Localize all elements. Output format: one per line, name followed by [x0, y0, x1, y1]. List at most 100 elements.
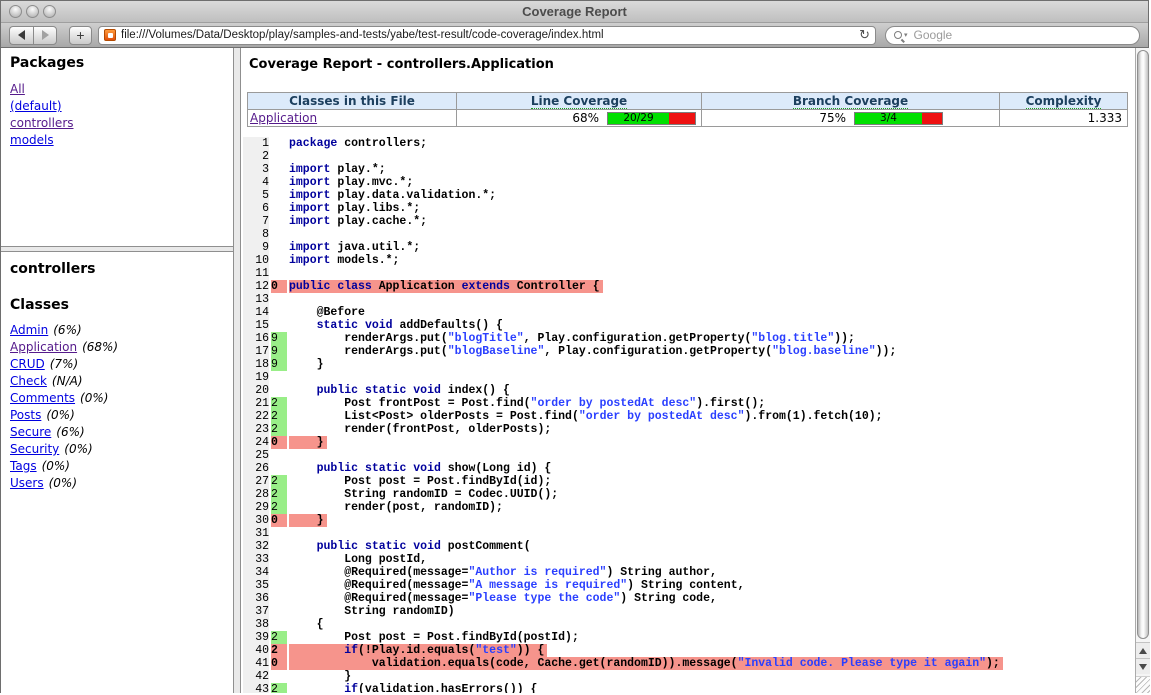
hit-count [271, 163, 287, 176]
search-dropdown-caret-icon[interactable]: ▾ [904, 31, 908, 39]
line-number: 27 [243, 475, 269, 488]
hit-count [271, 306, 287, 319]
class-coverage-percent: (0%) [64, 442, 92, 456]
source-line: import models.*; [289, 254, 1003, 267]
hit-count [271, 241, 287, 254]
source-line: public static void show(Long id) { [289, 462, 1003, 475]
hit-count: 2 [271, 631, 287, 644]
code-line: 222 List<Post> olderPosts = Post.find("o… [243, 410, 1003, 423]
line-number: 21 [243, 397, 269, 410]
address-bar[interactable]: file:///Volumes/Data/Desktop/play/sample… [98, 26, 876, 45]
scrollbar-thumb[interactable] [1137, 50, 1149, 639]
class-coverage-percent: (0%) [80, 391, 108, 405]
class-coverage-percent: (68%) [82, 340, 118, 354]
package-row: models [10, 132, 224, 149]
class-link[interactable]: Secure [10, 425, 51, 439]
class-link[interactable]: Application [10, 340, 77, 354]
class-coverage-percent: (6%) [53, 323, 81, 337]
class-coverage-percent: (0%) [42, 459, 70, 473]
hit-count: 0 [271, 280, 287, 293]
source-line: @Required(message="A message is required… [289, 579, 1003, 592]
class-link[interactable]: Tags [10, 459, 37, 473]
line-number: 29 [243, 501, 269, 514]
line-number: 25 [243, 449, 269, 462]
class-link[interactable]: Check [10, 374, 47, 388]
source-line: @Required(message="Author is required") … [289, 566, 1003, 579]
minimize-button[interactable] [26, 5, 39, 18]
line-number: 8 [243, 228, 269, 241]
zoom-button[interactable] [43, 5, 56, 18]
source-line [289, 371, 1003, 384]
line-coverage-bar: 20/29 [607, 112, 696, 125]
line-number: 37 [243, 605, 269, 618]
resize-grip[interactable] [1136, 676, 1150, 693]
code-line: 26 public static void show(Long id) { [243, 462, 1003, 475]
class-link[interactable]: Admin [10, 323, 48, 337]
package-link[interactable]: controllers [10, 116, 74, 130]
package-link[interactable]: All [10, 82, 25, 96]
code-line: 410 validation.equals(code, Cache.get(ra… [243, 657, 1003, 670]
frame-divider-vertical[interactable] [233, 48, 241, 693]
code-line: 33 Long postId, [243, 553, 1003, 566]
source-line [289, 150, 1003, 163]
scroll-up-button[interactable] [1136, 642, 1150, 658]
page-title: Coverage Report - controllers.Applicatio… [249, 57, 1135, 72]
source-line: if(!Play.id.equals("test")) { [289, 644, 1003, 657]
code-line: 19 [243, 371, 1003, 384]
class-link[interactable]: Security [10, 442, 59, 456]
hit-count: 2 [271, 683, 287, 693]
source-line: } [289, 436, 1003, 449]
hit-count: 2 [271, 488, 287, 501]
code-line: 402 if(!Play.id.equals("test")) { [243, 644, 1003, 657]
code-line: 25 [243, 449, 1003, 462]
back-button[interactable] [9, 26, 33, 45]
class-coverage-percent: (7%) [50, 357, 78, 371]
hit-count: 0 [271, 436, 287, 449]
reload-button[interactable]: ↻ [859, 28, 870, 43]
add-bookmark-button[interactable]: + [69, 26, 92, 45]
class-link[interactable]: CRUD [10, 357, 45, 371]
code-line: 34 @Required(message="Author is required… [243, 566, 1003, 579]
class-link[interactable]: Posts [10, 408, 41, 422]
source-line: Post post = Post.findById(id); [289, 475, 1003, 488]
code-line: 7import play.cache.*; [243, 215, 1003, 228]
hit-count: 9 [271, 332, 287, 345]
code-line: 392 Post post = Post.findById(postId); [243, 631, 1003, 644]
title-bar: Coverage Report [1, 1, 1148, 23]
code-line: 169 renderArgs.put("blogTitle", Play.con… [243, 332, 1003, 345]
code-line: 11 [243, 267, 1003, 280]
code-line: 10import models.*; [243, 254, 1003, 267]
search-input[interactable]: ▾ Google [885, 26, 1140, 45]
package-link[interactable]: models [10, 133, 54, 147]
code-line: 5import play.data.validation.*; [243, 189, 1003, 202]
hit-count: 2 [271, 397, 287, 410]
line-number: 23 [243, 423, 269, 436]
close-button[interactable] [9, 5, 22, 18]
line-number: 6 [243, 202, 269, 215]
class-link[interactable]: Comments [10, 391, 75, 405]
package-link[interactable]: (default) [10, 99, 62, 113]
hit-count [271, 566, 287, 579]
line-number: 17 [243, 345, 269, 358]
source-line: package controllers; [289, 137, 1003, 150]
vertical-scrollbar[interactable] [1135, 48, 1150, 693]
class-row: Check (N/A) [10, 373, 224, 390]
line-number: 33 [243, 553, 269, 566]
col-header-branch-coverage: Branch Coverage [702, 93, 1000, 110]
forward-button[interactable] [33, 26, 57, 45]
class-link[interactable]: Users [10, 476, 44, 490]
hit-count: 2 [271, 423, 287, 436]
source-line: import java.util.*; [289, 241, 1003, 254]
hit-count [271, 605, 287, 618]
source-line: validation.equals(code, Cache.get(random… [289, 657, 1003, 670]
line-number: 11 [243, 267, 269, 280]
line-number: 42 [243, 670, 269, 683]
hit-count: 0 [271, 514, 287, 527]
class-file-link[interactable]: Application [250, 111, 317, 125]
hit-count [271, 137, 287, 150]
class-coverage-percent: (N/A) [52, 374, 83, 388]
source-line: public class Application extends Control… [289, 280, 1003, 293]
hit-count [271, 319, 287, 332]
scroll-down-button[interactable] [1136, 658, 1150, 674]
class-coverage-percent: (6%) [56, 425, 84, 439]
